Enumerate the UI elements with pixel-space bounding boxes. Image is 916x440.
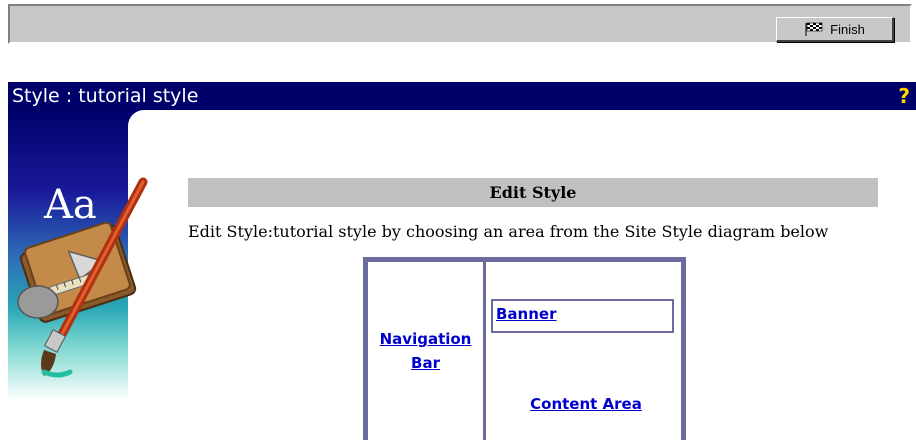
banner-link[interactable]: Banner	[496, 305, 556, 323]
diagram-divider	[483, 262, 486, 440]
window-title-bar: Style : tutorial style ?	[8, 82, 916, 110]
finish-button-label: Finish	[830, 21, 865, 37]
site-style-diagram: Navigation Bar Banner Content Area	[363, 257, 686, 440]
finish-button[interactable]: Finish	[776, 17, 894, 42]
help-icon[interactable]: ?	[898, 82, 910, 110]
window-title: Style : tutorial style	[12, 85, 199, 107]
style-paintbrush-icon: Aa	[17, 177, 148, 378]
navigation-bar-link[interactable]: Navigation Bar	[368, 327, 483, 375]
instruction-text: Edit Style:tutorial style by choosing an…	[188, 222, 829, 241]
illustration-text: Aa	[43, 182, 97, 228]
top-toolbar: Finish	[8, 4, 912, 44]
navigation-bar-link-line1: Navigation	[379, 330, 472, 348]
section-header: Edit Style	[188, 178, 878, 207]
checkered-flag-icon	[805, 22, 823, 36]
navigation-bar-link-line2: Bar	[411, 354, 440, 372]
content-area-link[interactable]: Content Area	[486, 395, 686, 413]
banner-region: Banner	[491, 299, 674, 333]
